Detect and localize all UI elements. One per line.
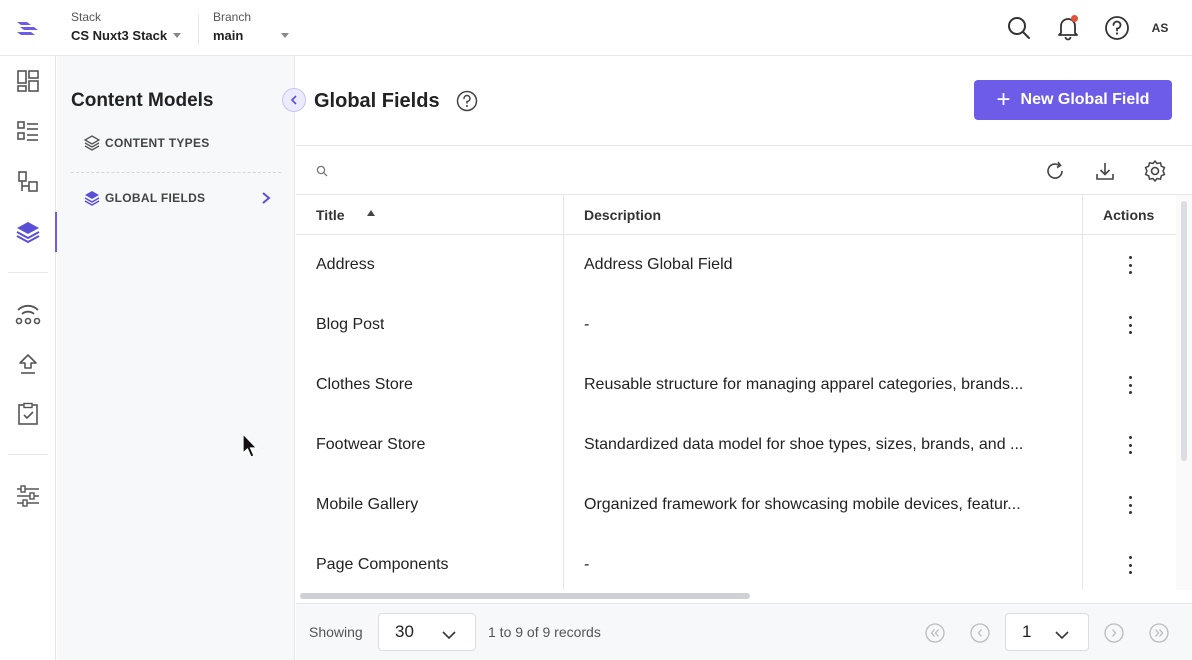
table-row[interactable]: Clothes Store Reusable structure for man… [296,355,1176,415]
panel-item-label: GLOBAL FIELDS [105,191,206,205]
table-header: Title Description Actions [296,195,1176,235]
chevron-left-icon [290,95,297,105]
page-size-value: 30 [395,622,414,641]
gear-icon[interactable] [1142,158,1168,184]
plus-icon: + [996,86,1011,113]
column-header-label: Description [584,207,662,223]
column-header-description: Description [584,195,661,235]
caret-down-icon [173,33,182,38]
caret-down-icon [281,33,290,38]
cell-title[interactable]: Footwear Store [316,415,425,475]
page-size-select[interactable]: 30 [378,613,476,651]
cell-description: Standardized data model for shoe types, … [584,436,1024,453]
vertical-scrollbar-thumb[interactable] [1181,201,1187,461]
table-row[interactable]: Footwear Store Standardized data model f… [296,415,1176,475]
previous-page-icon[interactable] [969,622,991,644]
more-options-icon[interactable] [1128,376,1132,394]
showing-label: Showing [309,624,363,640]
first-page-icon[interactable] [924,622,946,644]
page-number-select[interactable]: 1 [1005,613,1089,651]
search-icon[interactable] [316,164,328,182]
more-options-icon[interactable] [1128,256,1132,274]
page-title: Global Fields [314,90,440,112]
layers-icon [83,134,101,152]
table-row[interactable]: Address Address Global Field [296,235,1176,295]
collapse-panel-button[interactable] [282,88,306,112]
horizontal-scrollbar-thumb[interactable] [300,593,750,599]
panel-item-global-fields[interactable]: GLOBAL FIELDS [83,189,205,207]
sort-ascending-icon[interactable] [366,210,375,216]
new-button-label: New Global Field [1020,91,1150,108]
records-count: 1 to 9 of 9 records [488,624,601,640]
cell-title[interactable]: Address [316,235,375,295]
more-options-icon[interactable] [1128,316,1132,334]
stack-label: Stack [71,10,102,24]
top-header: Stack CS Nuxt3 Stack Branch main AS [0,0,1192,56]
help-circle-icon[interactable] [456,90,478,117]
cell-title[interactable]: Page Components [316,535,449,590]
table-row[interactable]: Page Components - [296,535,1176,590]
app-logo-icon[interactable] [14,14,42,42]
branch-label: Branch [213,10,252,24]
column-header-label: Title [316,207,345,223]
tasks-icon[interactable] [0,394,56,434]
rail-divider [8,272,48,273]
dashboard-icon[interactable] [0,61,56,101]
main-content: Global Fields + New Global Field Title D… [296,56,1192,660]
content-models-icon[interactable] [0,162,56,202]
current-page: 1 [1022,622,1032,641]
cell-description: Organized framework for showcasing mobil… [584,496,1021,513]
content-models-panel: Content Models CONTENT TYPES GLOBAL FIEL… [57,56,295,660]
column-header-title[interactable]: Title [316,195,375,235]
table-row[interactable]: Mobile Gallery Organized framework for s… [296,475,1176,535]
stack-selector[interactable]: Stack CS Nuxt3 Stack [71,10,182,43]
user-avatar[interactable]: AS [1148,21,1172,35]
branch-selector[interactable]: Branch main [213,10,290,43]
layers-filled-icon [83,189,101,207]
panel-title: Content Models [71,90,214,111]
network-icon[interactable] [0,294,56,334]
column-header-actions: Actions [1103,195,1154,235]
cell-description: - [584,556,590,573]
mouse-cursor-icon [241,432,259,464]
download-icon[interactable] [1092,158,1118,184]
header-divider [198,14,199,44]
chevron-down-icon [1054,626,1070,646]
branch-value: main [213,28,244,43]
next-page-icon[interactable] [1103,622,1125,644]
cell-description: Reusable structure for managing apparel … [584,376,1024,393]
chevron-right-icon [260,191,272,210]
panel-item-label: CONTENT TYPES [105,136,210,150]
panel-item-content-types[interactable]: CONTENT TYPES [83,134,210,152]
refresh-icon[interactable] [1042,158,1068,184]
left-rail [0,56,57,660]
entries-icon[interactable] [0,111,56,151]
cell-title[interactable]: Mobile Gallery [316,475,418,535]
more-options-icon[interactable] [1128,496,1132,514]
stack-layers-icon[interactable] [0,212,57,252]
help-icon[interactable] [1099,10,1135,46]
global-fields-table: Title Description Actions Address Addres… [296,195,1176,590]
more-options-icon[interactable] [1128,556,1132,574]
cell-description: Address Global Field [584,256,733,273]
cell-title[interactable]: Clothes Store [316,355,413,415]
panel-divider [71,172,281,173]
chevron-down-icon [441,626,457,646]
deploy-icon[interactable] [0,344,56,384]
stack-value: CS Nuxt3 Stack [71,28,168,43]
cell-title[interactable]: Blog Post [316,295,384,355]
more-options-icon[interactable] [1128,436,1132,454]
notification-dot [1071,15,1078,22]
settings-sliders-icon[interactable] [0,476,56,516]
cell-description: - [584,316,590,333]
new-global-field-button[interactable]: + New Global Field [974,80,1172,120]
rail-divider [8,454,48,455]
search-icon[interactable] [1001,10,1037,46]
column-header-label: Actions [1103,207,1155,223]
pagination-footer: Showing 30 1 to 9 of 9 records 1 [296,603,1192,660]
last-page-icon[interactable] [1148,622,1170,644]
table-toolbar [296,145,1192,195]
table-row[interactable]: Blog Post - [296,295,1176,355]
bell-icon[interactable] [1050,10,1086,46]
